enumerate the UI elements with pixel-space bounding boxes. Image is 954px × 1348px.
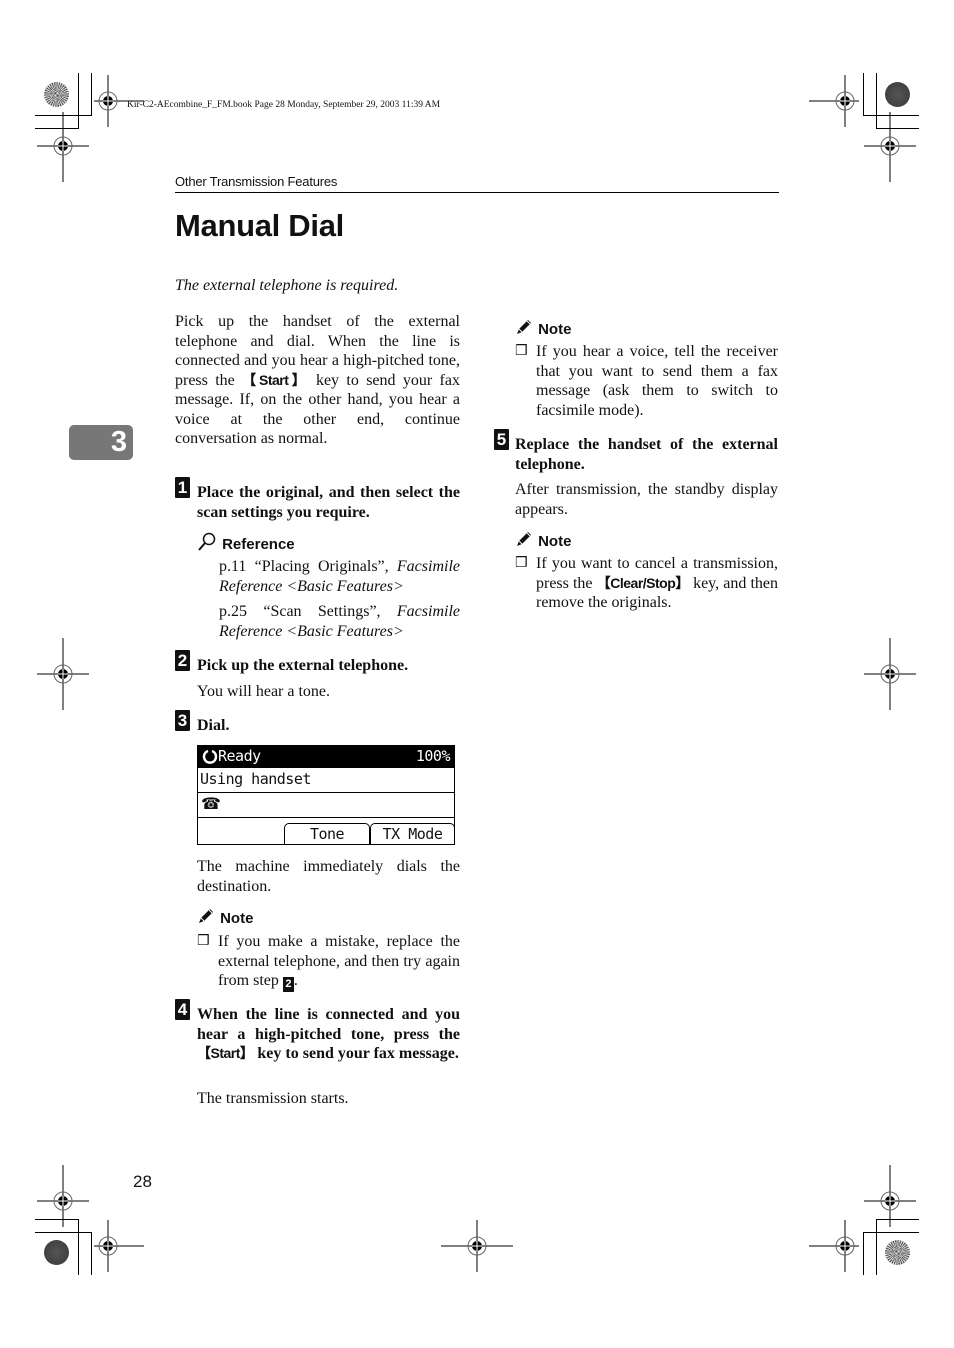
print-metadata: Kir-C2-AEcombine_F_FM.book Page 28 Monda… [127, 100, 441, 110]
registration-mark-icon [864, 112, 916, 182]
step-5-heading: Replace the handset of the external tele… [515, 436, 778, 473]
step-2-heading: Pick up the external telephone. [197, 657, 409, 674]
step-number-2: 2 [175, 650, 190, 671]
clear-stop-key-label: 【Clear/Stop】 [596, 574, 690, 591]
lcd-status-text: Ready [218, 747, 261, 765]
intro-paragraph: Pick up the handset of the external tele… [175, 313, 460, 447]
crop-line [863, 1232, 919, 1233]
step-number-3: 3 [175, 710, 190, 731]
note-header: Note [515, 530, 571, 550]
reference-item: p.25 “Scan Settings”, Facsimile Referenc… [219, 603, 460, 640]
crop-line [863, 1232, 864, 1275]
lcd-zoom-value: 100% [415, 747, 451, 765]
lcd-status-bar: Ready 100% [198, 746, 454, 768]
checkbox-bullet-icon: ❒ [515, 555, 528, 571]
step-2-body: You will hear a tone. [197, 683, 331, 700]
checkbox-bullet-icon: ❒ [197, 933, 210, 949]
registration-mark-icon [37, 112, 89, 182]
reference-header: Reference [197, 532, 295, 553]
step-5-body: After transmission, the standby display … [515, 481, 778, 518]
step-ref-badge: 2 [282, 977, 294, 992]
step-number-5: 5 [494, 429, 509, 450]
lcd-line-1: Using handset [198, 768, 454, 793]
pencil-icon [517, 320, 531, 334]
magnifier-icon [198, 532, 216, 551]
step-3-heading: Dial. [197, 717, 230, 734]
reference-item: p.11 “Placing Originals”, Facsimile Refe… [219, 558, 460, 595]
registration-mark-icon [864, 638, 916, 710]
pencil-icon [517, 532, 531, 546]
lede: The external telephone is required. [175, 277, 399, 294]
note-header: Note [197, 907, 253, 927]
tx-mode-softkey[interactable]: TX Mode [370, 823, 455, 845]
telephone-icon: ☎ [201, 794, 221, 813]
note-item: If you want to cancel a transmission, pr… [536, 555, 778, 611]
color-target-icon [44, 82, 69, 107]
ready-cycle-icon [202, 749, 218, 764]
step-number-1: 1 [175, 477, 190, 498]
step-1-heading: Place the original, and then select the … [197, 484, 460, 521]
header-rule [175, 192, 779, 193]
note-header: Note [515, 318, 571, 338]
step-number-4: 4 [175, 999, 190, 1020]
registration-mark-icon [94, 1220, 144, 1272]
registration-mark-icon [37, 638, 89, 710]
step-4-body: The transmission starts. [197, 1090, 349, 1107]
running-head: Other Transmission Features [175, 174, 338, 189]
note-item: If you make a mistake, replace the exter… [218, 933, 460, 992]
color-target-icon [885, 82, 910, 107]
lcd-line-2: ☎ [198, 793, 454, 818]
registration-mark-icon [809, 1220, 859, 1272]
note-item: If you hear a voice, tell the receiver t… [536, 343, 778, 419]
color-target-icon [44, 1240, 69, 1265]
crop-line [876, 1219, 919, 1220]
checkbox-bullet-icon: ❒ [515, 343, 528, 359]
lcd-display: Ready 100% Using handset ☎ Tone TX Mode [197, 745, 455, 845]
step-3-body: The machine immediately dials the destin… [197, 858, 460, 895]
start-key-label: 【Start】 [242, 371, 309, 388]
page-number: 28 [133, 1172, 152, 1191]
page-title: Manual Dial [175, 208, 344, 243]
start-key-label: 【Start】 [197, 1045, 254, 1061]
chapter-number: 3 [110, 426, 127, 458]
step-4-heading: When the line is connected and you hear … [197, 1006, 460, 1062]
registration-mark-icon [441, 1220, 513, 1272]
pencil-icon [199, 909, 213, 923]
chapter-tab: 3 [69, 425, 133, 460]
color-target-icon [885, 1240, 910, 1265]
crop-line [876, 1219, 877, 1275]
tone-softkey[interactable]: Tone [284, 823, 370, 845]
